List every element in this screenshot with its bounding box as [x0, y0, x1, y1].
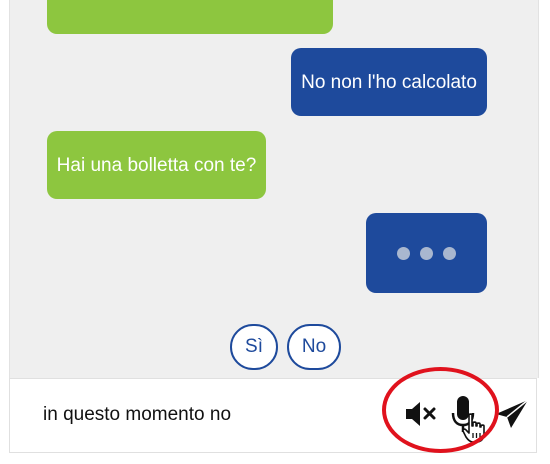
message-list[interactable]: No non l'ho calcolato Hai una bolletta c… — [9, 0, 539, 378]
quick-reply-no-button[interactable]: No — [287, 324, 341, 370]
quick-reply-si-button[interactable]: Sì — [230, 324, 278, 370]
user-message-bubble: No non l'ho calcolato — [291, 48, 487, 116]
typing-indicator-bubble — [366, 213, 487, 293]
send-icon[interactable] — [494, 399, 530, 429]
hand-cursor-icon — [461, 413, 487, 443]
bot-message-bubble — [47, 0, 333, 34]
user-message-text: No non l'ho calcolato — [301, 71, 477, 93]
typing-dot — [420, 246, 433, 260]
typing-dot — [443, 246, 456, 260]
bot-message-text: Hai una bolletta con te? — [56, 154, 257, 176]
chat-window: No non l'ho calcolato Hai una bolletta c… — [0, 0, 550, 464]
bot-message-bubble: Hai una bolletta con te? — [47, 131, 266, 199]
message-input-bar: in questo momento no — [9, 378, 537, 453]
typing-dot — [397, 246, 410, 260]
speaker-mute-icon[interactable] — [405, 399, 437, 429]
message-input[interactable]: in questo momento no — [43, 404, 231, 426]
